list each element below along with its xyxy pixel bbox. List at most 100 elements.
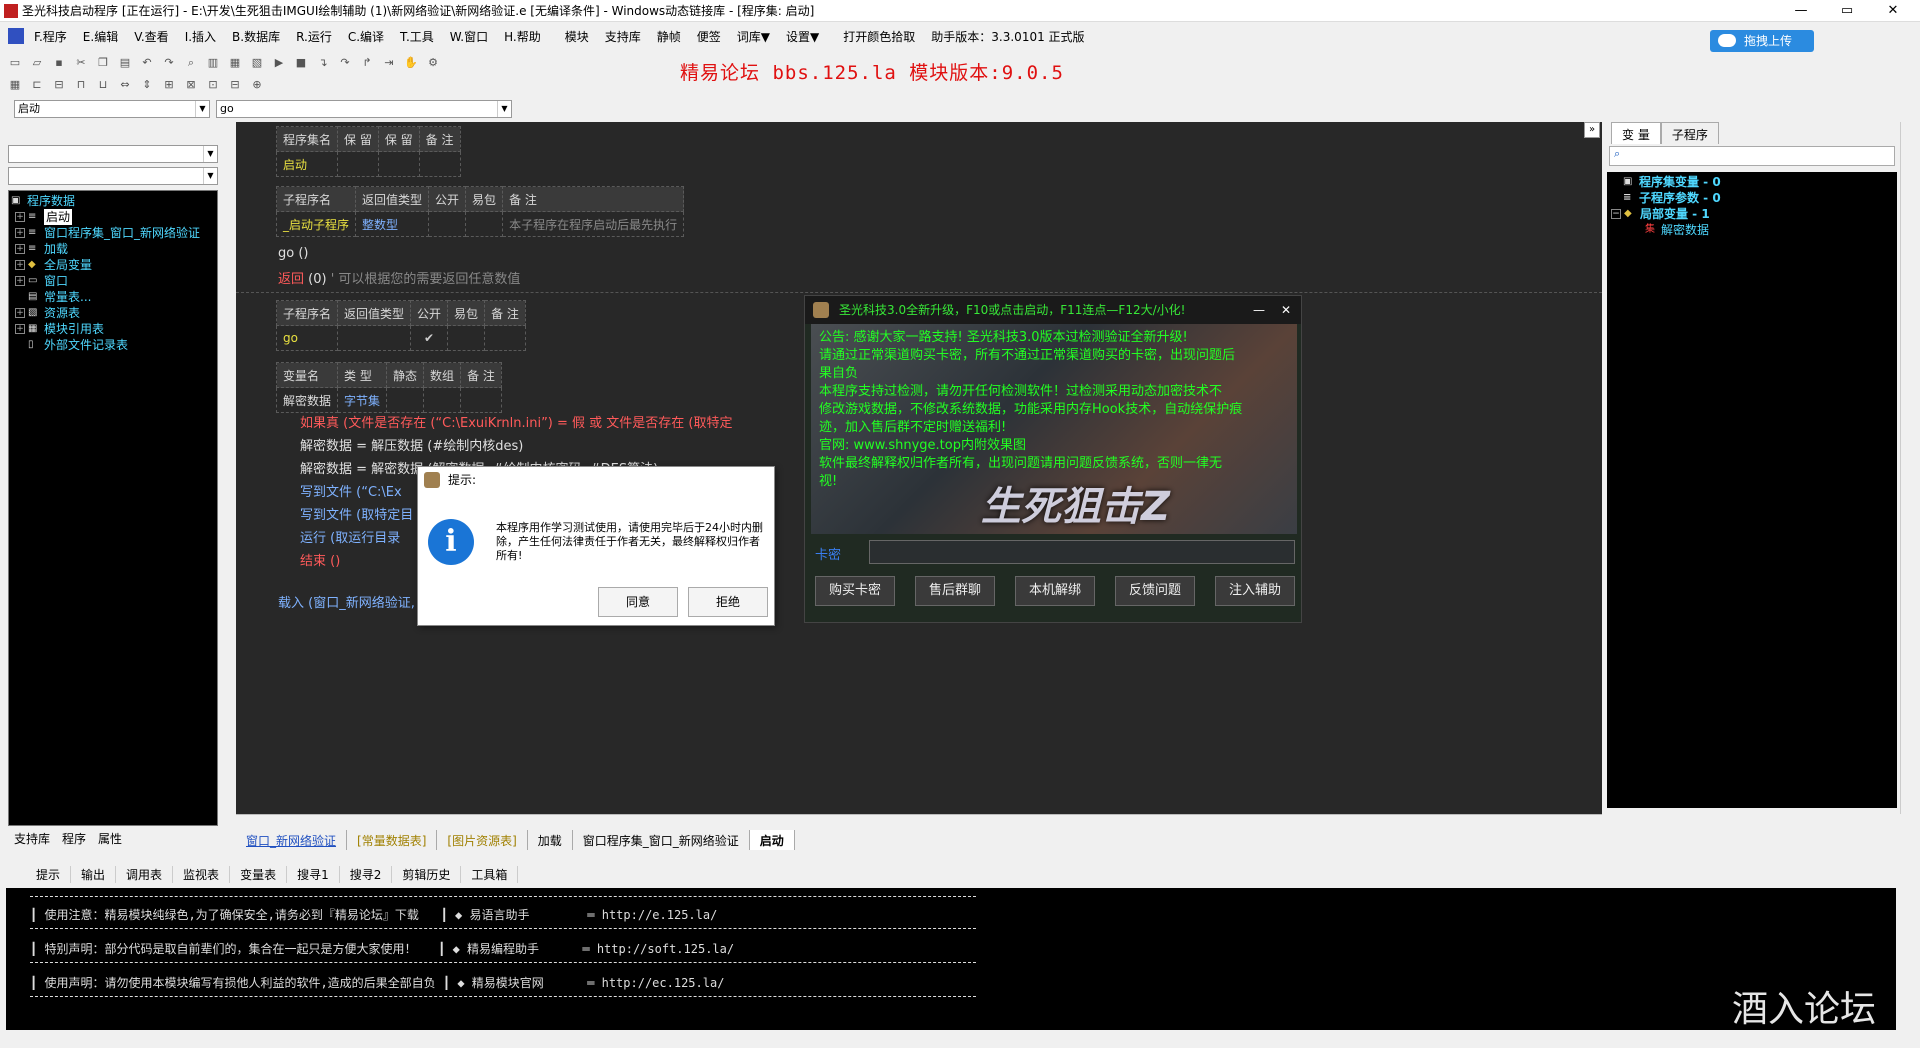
expand-icon[interactable]: + [15, 212, 25, 222]
menu-help[interactable]: H.帮助 [496, 28, 549, 45]
tree-item-globals[interactable]: + ◆ 全局变量 [11, 257, 215, 273]
align-bottom-icon[interactable]: ⊔ [94, 77, 112, 93]
code-line-go[interactable]: go () [278, 246, 308, 261]
run-icon[interactable]: ▶ [270, 55, 288, 71]
compile-icon[interactable]: ⚙ [424, 55, 442, 71]
tab-call-stack[interactable]: 调用表 [116, 865, 174, 883]
subprogram-combo[interactable]: go ▼ [216, 100, 512, 118]
tree-var-decrypt[interactable]: 集解密数据 [1609, 222, 1895, 238]
center-h-icon[interactable]: ⊡ [204, 77, 222, 93]
menu-notes[interactable]: 便签 [689, 28, 729, 45]
expand-icon[interactable]: + [15, 260, 25, 270]
code-line[interactable]: 如果真 (文件是否存在 (“C:\ExuiKrnln.ini”) = 假 或 文… [300, 412, 733, 431]
tree-root[interactable]: ▣ 程序数据 [11, 193, 215, 209]
table-cell[interactable]: go [275, 325, 339, 351]
horizontal-scrollbar[interactable] [236, 814, 1602, 828]
same-height-icon[interactable]: ⇕ [138, 77, 156, 93]
align-left-icon[interactable]: ⊏ [28, 77, 46, 93]
redo-icon[interactable]: ↷ [160, 55, 178, 71]
grid-icon[interactable]: ▦ [6, 77, 24, 93]
doc-tab[interactable]: 加载 [528, 830, 573, 850]
filter-combo-2[interactable]: ▼ [8, 167, 218, 185]
output-console[interactable]: ┃ 使用注意：精易模块纯绿色,为了确保安全,请务必到『精易论坛』下载 ┃ ◆ 易… [6, 888, 1896, 1030]
step-over-icon[interactable]: ↷ [336, 55, 354, 71]
variable-search-input[interactable]: ⌕ [1609, 146, 1895, 166]
run-to-icon[interactable]: ⇥ [380, 55, 398, 71]
program-set-combo[interactable]: 启动 ▼ [14, 100, 210, 118]
expand-icon[interactable]: + [15, 308, 25, 318]
layout3-icon[interactable]: ▧ [248, 55, 266, 71]
tab-properties[interactable]: 属性 [92, 828, 128, 848]
filter-combo-1[interactable]: ▼ [8, 145, 218, 163]
menu-edit[interactable]: E.编辑 [75, 28, 126, 45]
same-width-icon[interactable]: ⇔ [116, 77, 134, 93]
center-v-icon[interactable]: ⊟ [226, 77, 244, 93]
space-h-icon[interactable]: ⊞ [160, 77, 178, 93]
menu-tools[interactable]: T.工具 [392, 28, 442, 45]
menu-settings[interactable]: 设置▼ [778, 28, 827, 45]
agree-button[interactable]: 同意 [598, 587, 678, 617]
vertical-scrollbar[interactable] [1900, 122, 1918, 814]
menu-program[interactable]: F.程序 [26, 28, 75, 45]
menu-static[interactable]: 静帧 [649, 28, 689, 45]
tab-search1[interactable]: 搜寻1 [287, 865, 340, 883]
hand-icon[interactable]: ✋ [402, 55, 420, 71]
buy-card-button[interactable]: 购买卡密 [815, 576, 895, 606]
maximize-button[interactable]: ▭ [1824, 0, 1870, 22]
expand-icon[interactable]: + [15, 276, 25, 286]
minimize-button[interactable]: — [1778, 0, 1824, 22]
tab-toolbox[interactable]: 工具箱 [461, 865, 519, 883]
tree-local-vars[interactable]: − ◆ 局部变量 - 1 [1609, 206, 1895, 222]
tab-program[interactable]: 程序 [56, 828, 92, 848]
tree-sub-params[interactable]: ≡ 子程序参数 - 0 [1609, 190, 1895, 206]
tree-item-module-refs[interactable]: + ▦ 模块引用表 [11, 321, 215, 337]
tree-item-constants[interactable]: ▤ 常量表... [11, 289, 215, 305]
dialog-close-button[interactable]: ✕ [1281, 296, 1291, 324]
table-cell[interactable]: 字节集 [337, 387, 388, 413]
table-cell[interactable]: 解密数据 [275, 387, 339, 413]
table-cell[interactable]: 整数型 [355, 211, 430, 237]
tree-assembly-vars[interactable]: ▣ 程序集变量 - 0 [1609, 174, 1895, 190]
paste-icon[interactable]: ▤ [116, 55, 134, 71]
code-line[interactable]: 解密数据 = 解压数据 (#绘制内核des) [300, 435, 523, 454]
step-out-icon[interactable]: ↱ [358, 55, 376, 71]
menu-database[interactable]: B.数据库 [224, 28, 288, 45]
align-center-icon[interactable]: ⊟ [50, 77, 68, 93]
tab-support-lib[interactable]: 支持库 [8, 828, 56, 848]
open-icon[interactable]: ▱ [28, 55, 46, 71]
card-key-input[interactable] [869, 540, 1295, 564]
after-sales-group-button[interactable]: 售后群聊 [915, 576, 995, 606]
new-icon[interactable]: ▭ [6, 55, 24, 71]
upload-button[interactable]: 拖拽上传 [1710, 30, 1814, 52]
menu-insert[interactable]: I.插入 [177, 28, 224, 45]
collapse-right-icon[interactable]: » [1584, 122, 1600, 138]
close-button[interactable]: ✕ [1870, 0, 1916, 22]
inject-button[interactable]: 注入辅助 [1215, 576, 1295, 606]
tree-item-window-assembly[interactable]: + ≡ 窗口程序集_窗口_新网络验证 [11, 225, 215, 241]
step-into-icon[interactable]: ↴ [314, 55, 332, 71]
expand-icon[interactable]: + [15, 324, 25, 334]
feedback-button[interactable]: 反馈问题 [1115, 576, 1195, 606]
code-line[interactable]: 运行 (取运行目录 [300, 527, 400, 546]
table-cell[interactable]: 启动 [275, 151, 339, 177]
code-line[interactable]: 写到文件 (取特定目 [300, 504, 413, 523]
undo-icon[interactable]: ↶ [138, 55, 156, 71]
table-cell[interactable]: 本子程序在程序启动后最先执行 [502, 211, 685, 237]
dialog-minimize-button[interactable]: — [1253, 296, 1265, 324]
menu-support-lib[interactable]: 支持库 [597, 28, 649, 45]
tree-item-window[interactable]: + ▭ 窗口 [11, 273, 215, 289]
menu-compile[interactable]: C.编译 [340, 28, 392, 45]
code-line-return[interactable]: 返回 (0) ' 可以根据您的需要返回任意数值 [278, 268, 520, 287]
menu-run[interactable]: R.运行 [288, 28, 340, 45]
doc-tab[interactable]: [常量数据表] [347, 830, 438, 850]
table-cell[interactable]: _启动子程序 [275, 211, 357, 237]
space-v-icon[interactable]: ⊠ [182, 77, 200, 93]
save-icon[interactable]: ▪ [50, 55, 68, 71]
tree-item-startup[interactable]: + ≡ 启动 [11, 209, 215, 225]
table-cell[interactable]: ✔ [410, 325, 449, 351]
tab-subprograms[interactable]: 子程序 [1660, 122, 1719, 144]
doc-tab[interactable]: 窗口_新网络验证 [236, 830, 348, 850]
doc-tab-active[interactable]: 启动 [749, 830, 795, 850]
tab-output[interactable]: 输出 [71, 865, 117, 883]
lock-icon[interactable]: ⊕ [248, 77, 266, 93]
